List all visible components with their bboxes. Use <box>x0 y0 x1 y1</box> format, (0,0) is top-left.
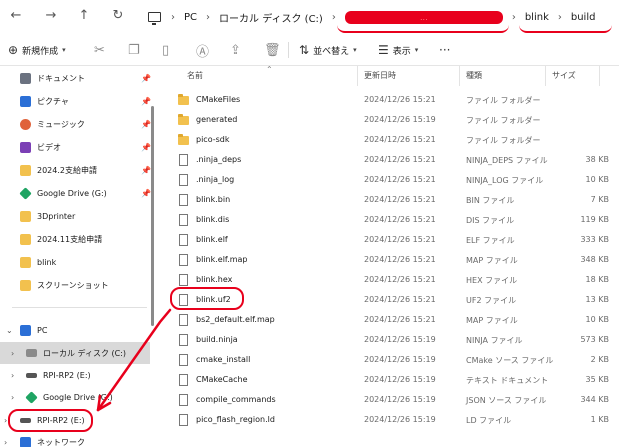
annotation-arrow <box>96 308 172 412</box>
